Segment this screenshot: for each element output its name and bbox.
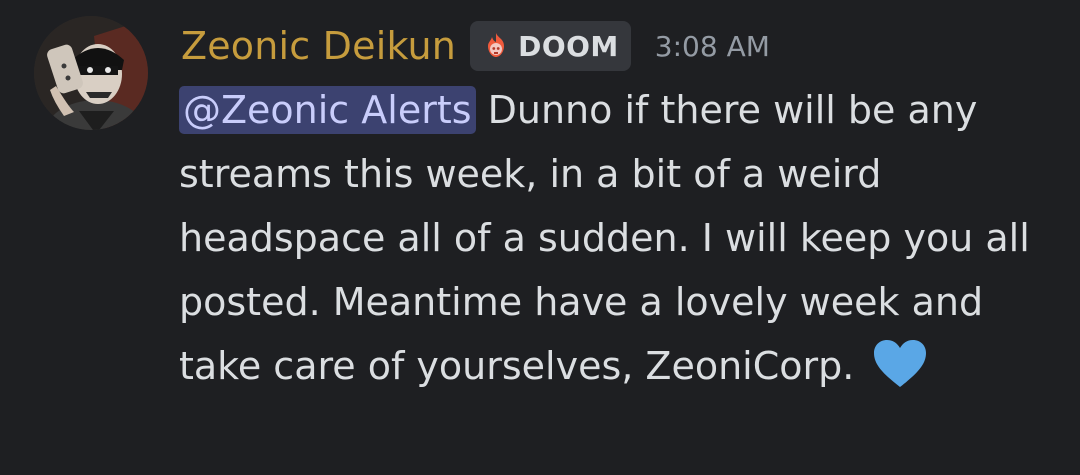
username[interactable]: Zeonic Deikun — [181, 24, 456, 68]
timestamp[interactable]: 3:08 AM — [655, 30, 770, 63]
message-text: @Zeonic Alerts Dunno if there will be an… — [179, 78, 1039, 398]
message-content: Zeonic Deikun DOOM 3:08 AM @Zeonic Alert… — [179, 18, 1061, 398]
avatar-image — [34, 16, 148, 130]
server-tag-label: DOOM — [518, 29, 619, 63]
fire-skull-icon — [488, 33, 505, 57]
user-mention[interactable]: @Zeonic Alerts — [179, 86, 476, 134]
blue-heart-icon — [874, 340, 927, 387]
message-header: Zeonic Deikun DOOM 3:08 AM — [181, 18, 1061, 74]
chat-message: Zeonic Deikun DOOM 3:08 AM @Zeonic Alert… — [0, 0, 1080, 475]
avatar[interactable] — [34, 16, 148, 130]
server-tag[interactable]: DOOM — [470, 21, 631, 71]
